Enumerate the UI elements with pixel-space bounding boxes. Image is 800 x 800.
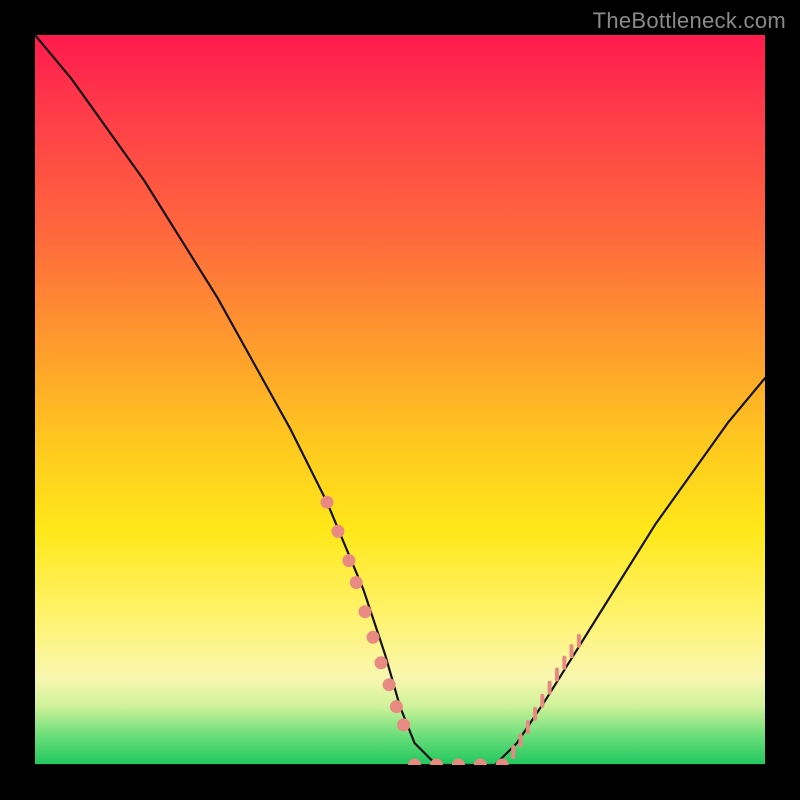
- data-tick: [555, 668, 559, 682]
- plot-area: [35, 35, 765, 765]
- data-dot: [397, 718, 410, 731]
- data-tick: [526, 720, 530, 734]
- data-dot: [359, 605, 372, 618]
- data-dot: [474, 759, 487, 766]
- data-tick: [548, 681, 552, 695]
- data-dot: [331, 525, 344, 538]
- data-dot: [496, 759, 509, 766]
- bottleneck-curve: [35, 35, 765, 765]
- data-dot: [408, 759, 421, 766]
- chart-svg: [35, 35, 765, 765]
- data-dot: [321, 496, 334, 509]
- data-tick: [519, 733, 523, 747]
- data-tick: [577, 634, 581, 648]
- data-dot: [390, 700, 403, 713]
- watermark-text: TheBottleneck.com: [593, 8, 786, 34]
- data-tick: [540, 694, 544, 708]
- data-dot: [375, 656, 388, 669]
- data-tick: [562, 656, 566, 670]
- data-dot: [367, 631, 380, 644]
- data-dot: [452, 759, 465, 766]
- data-tick: [533, 707, 537, 721]
- curve-ticks-right: [511, 634, 581, 759]
- data-dot: [350, 576, 363, 589]
- data-dot: [383, 678, 396, 691]
- data-tick: [570, 644, 574, 658]
- data-dot: [342, 554, 355, 567]
- data-tick: [511, 745, 515, 759]
- chart-stage: TheBottleneck.com: [0, 0, 800, 800]
